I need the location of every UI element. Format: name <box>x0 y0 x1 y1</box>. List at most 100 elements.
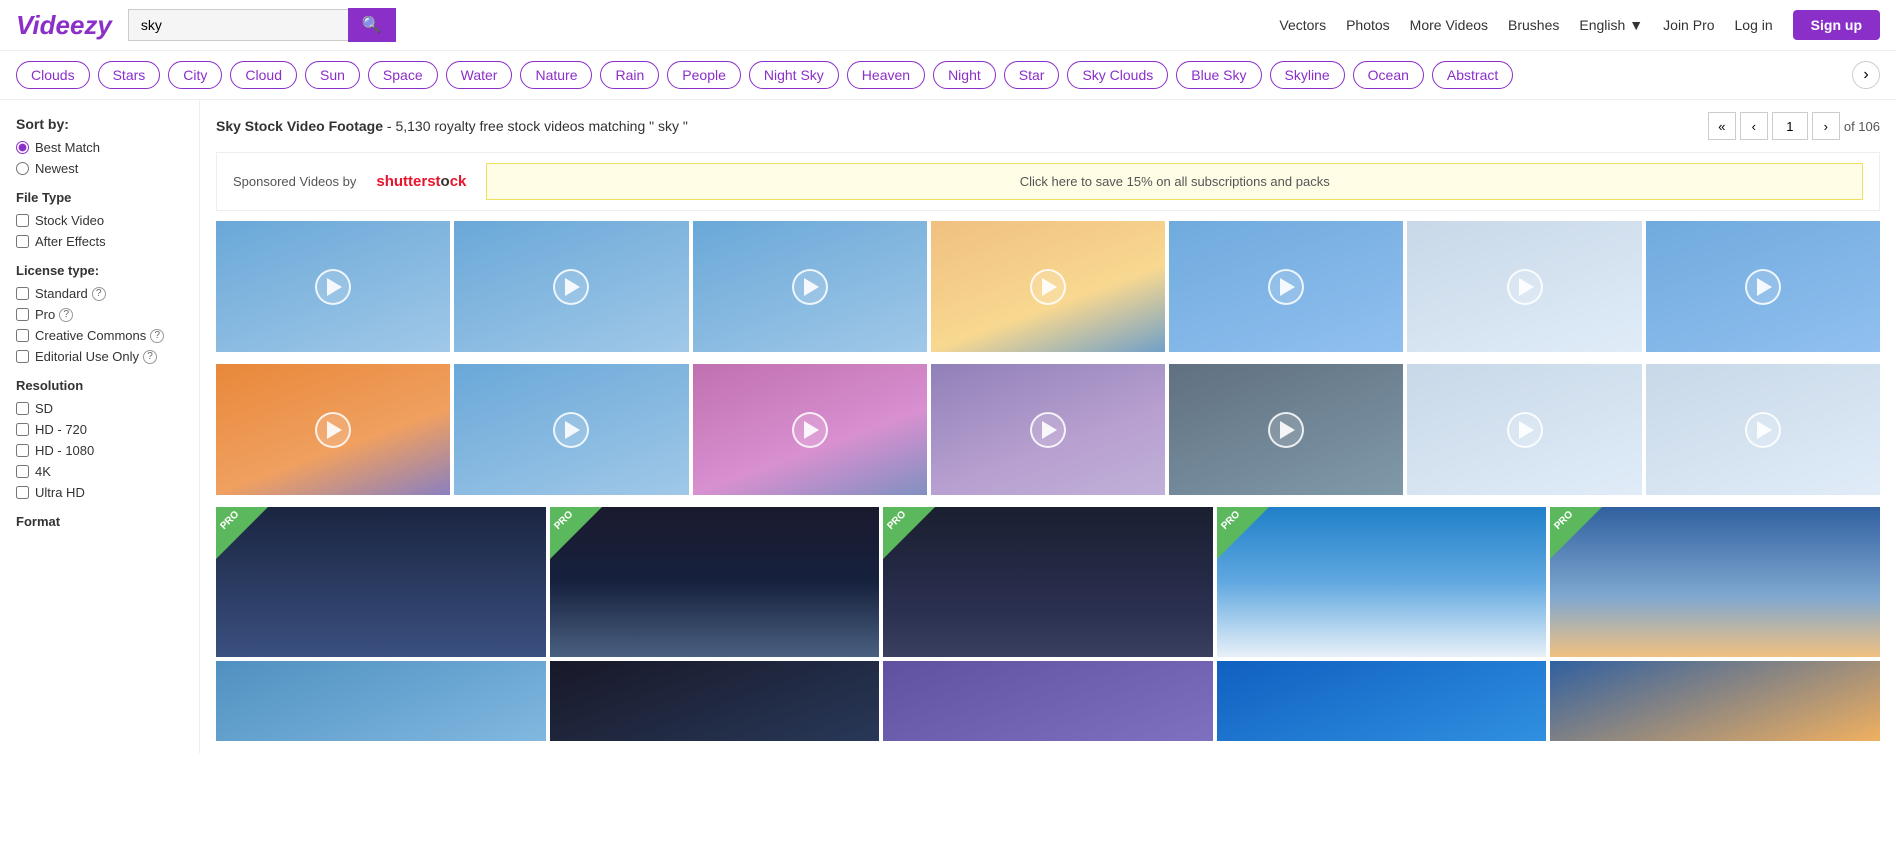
res-sd[interactable]: SD <box>16 401 183 416</box>
pro-video-thumbnail[interactable]: PRO <box>550 507 880 657</box>
pro-badge-triangle <box>883 507 935 559</box>
page-prev-button[interactable]: ‹ <box>1740 112 1768 140</box>
standard-help-icon[interactable]: ? <box>92 287 106 301</box>
license-pro[interactable]: Pro ? <box>16 307 183 322</box>
pro-video-thumbnail[interactable]: PRO <box>883 507 1213 657</box>
play-icon <box>1519 421 1534 439</box>
pro-help-icon[interactable]: ? <box>59 308 73 322</box>
tag-sun[interactable]: Sun <box>305 61 360 89</box>
filetype-stock-video[interactable]: Stock Video <box>16 213 183 228</box>
tag-nature[interactable]: Nature <box>520 61 592 89</box>
res-ultra-hd[interactable]: Ultra HD <box>16 485 183 500</box>
tag-people[interactable]: People <box>667 61 741 89</box>
page-first-button[interactable]: « <box>1708 112 1736 140</box>
video-thumbnail[interactable] <box>1646 364 1880 495</box>
play-button-icon <box>553 269 589 305</box>
tag-star[interactable]: Star <box>1004 61 1060 89</box>
promo-banner[interactable]: Click here to save 15% on all subscripti… <box>486 163 1863 200</box>
signup-button[interactable]: Sign up <box>1793 10 1880 40</box>
play-icon <box>1280 278 1295 296</box>
page-next-button[interactable]: › <box>1812 112 1840 140</box>
bottom-video-thumbnail[interactable] <box>1217 661 1547 741</box>
pro-badge-triangle <box>216 507 268 559</box>
nav-photos[interactable]: Photos <box>1346 17 1390 33</box>
tag-clouds[interactable]: Clouds <box>16 61 90 89</box>
video-thumbnail[interactable] <box>1169 364 1403 495</box>
tag-night-sky[interactable]: Night Sky <box>749 61 839 89</box>
nav-vectors[interactable]: Vectors <box>1279 17 1326 33</box>
tag-next-button[interactable]: › <box>1852 61 1880 89</box>
pro-badge-triangle <box>1217 507 1269 559</box>
bottom-video-thumbnail[interactable] <box>1550 661 1880 741</box>
language-selector[interactable]: English ▼ <box>1579 17 1643 33</box>
nav-more-videos[interactable]: More Videos <box>1410 17 1488 33</box>
video-thumbnail[interactable] <box>1646 221 1880 352</box>
sort-best-match-label: Best Match <box>35 140 100 155</box>
video-thumbnail[interactable] <box>454 221 688 352</box>
pro-video-thumbnail[interactable]: PRO <box>1217 507 1547 657</box>
bottom-video-thumbnail[interactable] <box>883 661 1213 741</box>
tag-stars[interactable]: Stars <box>98 61 161 89</box>
tag-city[interactable]: City <box>168 61 222 89</box>
search-input[interactable] <box>128 9 348 41</box>
video-thumbnail[interactable] <box>693 221 927 352</box>
sort-newest[interactable]: Newest <box>16 161 183 176</box>
editorial-help-icon[interactable]: ? <box>143 350 157 364</box>
join-pro-link[interactable]: Join Pro <box>1663 17 1714 33</box>
shutterstock-logo[interactable]: shutterstock <box>376 173 466 190</box>
video-thumbnail[interactable] <box>693 364 927 495</box>
tag-sky-clouds[interactable]: Sky Clouds <box>1067 61 1168 89</box>
license-editorial-use-only[interactable]: Editorial Use Only ? <box>16 349 183 364</box>
sort-best-match[interactable]: Best Match <box>16 140 183 155</box>
res-hd1080[interactable]: HD - 1080 <box>16 443 183 458</box>
tag-rain[interactable]: Rain <box>600 61 659 89</box>
res-hd720[interactable]: HD - 720 <box>16 422 183 437</box>
play-icon <box>1042 278 1057 296</box>
video-thumbnail[interactable] <box>216 364 450 495</box>
login-link[interactable]: Log in <box>1735 17 1773 33</box>
tag-cloud[interactable]: Cloud <box>230 61 297 89</box>
logo[interactable]: Videezy <box>16 10 112 41</box>
bottom-video-thumbnail[interactable] <box>550 661 880 741</box>
video-grid-row1 <box>216 221 1880 352</box>
tag-water[interactable]: Water <box>446 61 513 89</box>
video-thumbnail[interactable] <box>1169 221 1403 352</box>
tag-abstract[interactable]: Abstract <box>1432 61 1513 89</box>
format-label: Format <box>16 514 183 529</box>
video-thumbnail[interactable] <box>1407 364 1641 495</box>
pro-video-thumbnail[interactable]: PRO <box>1550 507 1880 657</box>
cc-help-icon[interactable]: ? <box>150 329 164 343</box>
page-input[interactable] <box>1772 112 1808 140</box>
tag-night[interactable]: Night <box>933 61 996 89</box>
play-button-icon <box>1268 269 1304 305</box>
bottom-video-thumbnail[interactable] <box>216 661 546 741</box>
play-button-icon <box>1030 269 1066 305</box>
play-icon <box>1757 421 1772 439</box>
play-button-icon <box>315 269 351 305</box>
main-layout: Sort by: Best Match Newest File Type Sto… <box>0 100 1896 753</box>
video-thumbnail[interactable] <box>1407 221 1641 352</box>
tag-ocean[interactable]: Ocean <box>1353 61 1424 89</box>
tag-heaven[interactable]: Heaven <box>847 61 925 89</box>
tag-skyline[interactable]: Skyline <box>1270 61 1345 89</box>
license-standard[interactable]: Standard ? <box>16 286 183 301</box>
header: Videezy 🔍 Vectors Photos More Videos Bru… <box>0 0 1896 51</box>
res-4k[interactable]: 4K <box>16 464 183 479</box>
search-button[interactable]: 🔍 <box>348 8 396 42</box>
pro-badge: PRO <box>883 507 935 559</box>
tag-blue-sky[interactable]: Blue Sky <box>1176 61 1261 89</box>
play-icon <box>804 421 819 439</box>
tag-space[interactable]: Space <box>368 61 438 89</box>
play-icon <box>804 278 819 296</box>
license-creative-commons[interactable]: Creative Commons ? <box>16 328 183 343</box>
video-thumbnail[interactable] <box>454 364 688 495</box>
nav-brushes[interactable]: Brushes <box>1508 17 1559 33</box>
pro-video-thumbnail[interactable]: PRO <box>216 507 546 657</box>
video-thumbnail[interactable] <box>931 364 1165 495</box>
play-icon <box>1519 278 1534 296</box>
play-button-icon <box>1507 412 1543 448</box>
video-thumbnail[interactable] <box>931 221 1165 352</box>
filetype-after-effects[interactable]: After Effects <box>16 234 183 249</box>
video-thumbnail[interactable] <box>216 221 450 352</box>
pro-badge: PRO <box>550 507 602 559</box>
